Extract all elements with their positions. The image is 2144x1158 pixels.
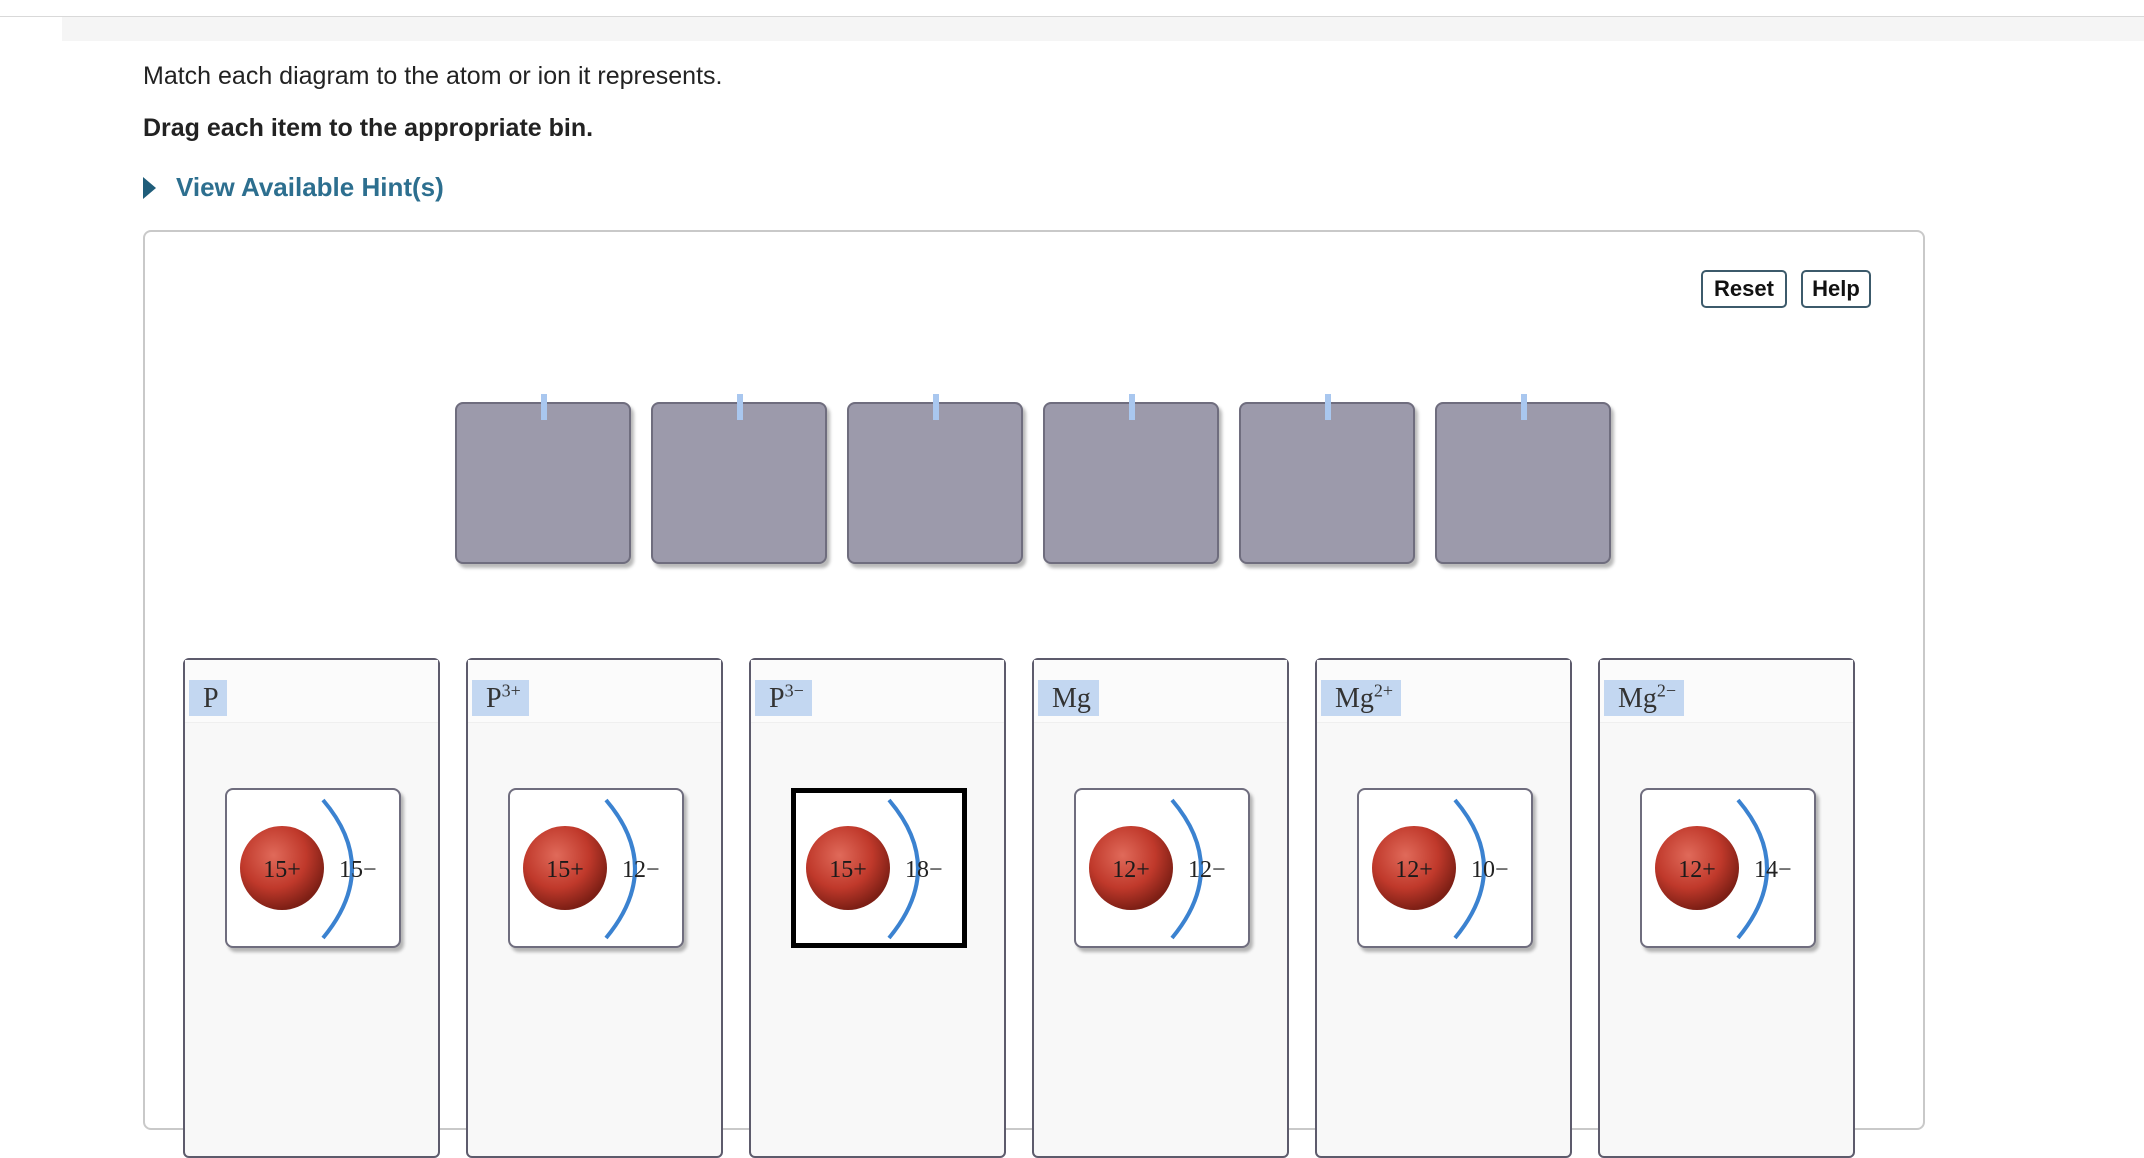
answer-bin[interactable]: Mg 12+ 12− (1032, 658, 1289, 1158)
drag-drop-panel: Reset Help P 15+ 15− P3+ 15+ 12− P3− 15+ 18− Mg 12… (143, 230, 1925, 1158)
atom-diagram-card[interactable]: 15+ 12− (508, 788, 684, 948)
drop-target-slot[interactable] (651, 394, 827, 564)
answer-bin[interactable]: Mg2− 12+ 14− (1598, 658, 1855, 1158)
atom-diagram: 15+ 15− (240, 798, 377, 940)
electron-count-label: 14− (1754, 857, 1792, 883)
reset-button[interactable]: Reset (1701, 270, 1787, 308)
disclosure-triangle-icon (143, 176, 156, 199)
atom-diagram-card[interactable]: 15+ 18− (791, 788, 967, 948)
atom-diagram: 15+ 18− (806, 798, 943, 940)
element-symbol: P (203, 683, 219, 714)
nucleus-charge-label: 12+ (1395, 857, 1433, 883)
bin-header: P3+ (468, 660, 721, 723)
slot-marker (1521, 394, 1527, 420)
bin-label: P3+ (472, 680, 529, 716)
drop-target-slot[interactable] (1043, 394, 1219, 564)
electron-count-label: 12− (1188, 857, 1226, 883)
view-hints-link[interactable]: View Available Hint(s) (176, 172, 444, 203)
ion-charge: 3− (784, 680, 804, 701)
atom-diagram-card[interactable]: 12+ 12− (1074, 788, 1250, 948)
bin-label: Mg2− (1604, 680, 1685, 716)
ion-charge: 2+ (1373, 680, 1394, 701)
bin-label: Mg (1038, 680, 1099, 716)
bin-label: Mg2+ (1321, 680, 1402, 716)
element-symbol: P (486, 683, 502, 714)
element-symbol: P (769, 683, 785, 714)
bin-header: Mg2+ (1317, 660, 1570, 723)
answer-bin[interactable]: P 15+ 15− (183, 658, 440, 1158)
nucleus-charge-label: 12+ (1112, 857, 1150, 883)
drop-target-slot[interactable] (1435, 394, 1611, 564)
slot-marker (1129, 394, 1135, 420)
atom-diagram-card[interactable]: 15+ 15− (225, 788, 401, 948)
nucleus-charge-label: 15+ (263, 857, 301, 883)
bin-header: P (185, 660, 438, 723)
atom-diagram: 12+ 10− (1372, 798, 1509, 940)
atom-diagram: 12+ 14− (1655, 798, 1792, 940)
nucleus-charge-label: 15+ (829, 857, 867, 883)
ion-charge: 3+ (501, 680, 521, 701)
drop-target-slot[interactable] (1239, 394, 1415, 564)
help-button[interactable]: Help (1801, 270, 1871, 308)
nucleus-charge-label: 12+ (1678, 857, 1716, 883)
atom-diagram-card[interactable]: 12+ 14− (1640, 788, 1816, 948)
slot-marker (933, 394, 939, 420)
view-hints-toggle[interactable]: View Available Hint(s) (143, 172, 444, 203)
element-symbol: Mg (1335, 683, 1374, 714)
drop-target-slot[interactable] (847, 394, 1023, 564)
element-symbol: Mg (1618, 683, 1657, 714)
answer-bin[interactable]: P3− 15+ 18− (749, 658, 1006, 1158)
atom-diagram: 12+ 12− (1089, 798, 1226, 940)
bin-header: Mg (1034, 660, 1287, 723)
top-bar (62, 17, 2144, 41)
ion-charge: 2− (1656, 680, 1677, 701)
bin-header: Mg2− (1600, 660, 1853, 723)
answer-bin[interactable]: P3+ 15+ 12− (466, 658, 723, 1158)
bin-label: P3− (755, 680, 812, 716)
electron-count-label: 12− (622, 857, 660, 883)
electron-count-label: 18− (905, 857, 943, 883)
drop-target-slot[interactable] (455, 394, 631, 564)
instruction-bold-text: Drag each item to the appropriate bin. (143, 114, 594, 142)
nucleus-charge-label: 15+ (546, 857, 584, 883)
instruction-text: Match each diagram to the atom or ion it… (143, 62, 723, 90)
electron-count-label: 10− (1471, 857, 1509, 883)
electron-count-label: 15− (339, 857, 377, 883)
bin-header: P3− (751, 660, 1004, 723)
atom-diagram: 15+ 12− (523, 798, 660, 940)
answer-bin[interactable]: Mg2+ 12+ 10− (1315, 658, 1572, 1158)
slot-marker (541, 394, 547, 420)
element-symbol: Mg (1052, 683, 1091, 714)
slot-marker (737, 394, 743, 420)
atom-diagram-card[interactable]: 12+ 10− (1357, 788, 1533, 948)
bin-label: P (189, 680, 227, 716)
slot-marker (1325, 394, 1331, 420)
